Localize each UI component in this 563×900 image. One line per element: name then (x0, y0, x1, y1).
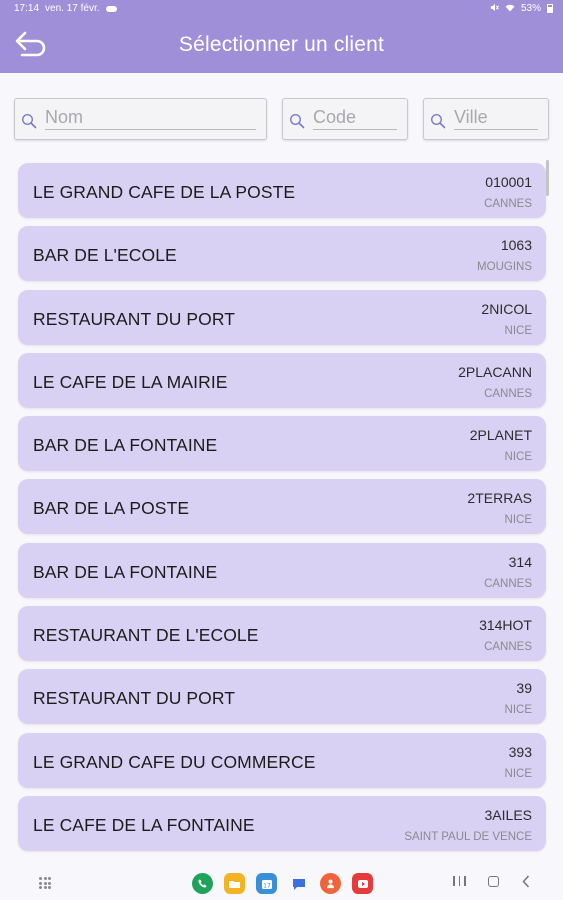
app-dock: 17 (192, 873, 373, 894)
client-list: LE GRAND CAFE DE LA POSTE 010001 CANNES … (18, 163, 546, 859)
status-right: 53% (490, 3, 553, 15)
client-name: LE CAFE DE LA MAIRIE (33, 371, 228, 392)
phone-icon[interactable] (192, 873, 213, 894)
client-city: MOUGINS (477, 261, 532, 274)
system-nav-bar: 17 (0, 862, 563, 900)
client-row[interactable]: RESTAURANT DE L'ECOLE 314HOT CANNES (18, 606, 546, 662)
client-code: 39 (516, 680, 532, 697)
client-row[interactable]: BAR DE LA FONTAINE 2PLANET NICE (18, 416, 546, 472)
search-filters (14, 98, 549, 142)
client-name: RESTAURANT DU PORT (33, 688, 236, 709)
home-button[interactable] (488, 876, 499, 887)
client-city: NICE (504, 767, 532, 780)
list-scrollbar[interactable] (546, 160, 549, 196)
status-bar: 17:14 ven. 17 févr. 53% (0, 0, 563, 17)
folder-icon[interactable] (224, 873, 245, 894)
page-title: Sélectionner un client (178, 33, 385, 56)
client-code: 2TERRAS (467, 490, 532, 507)
client-city: CANNES (484, 577, 532, 590)
client-row[interactable]: LE GRAND CAFE DU COMMERCE 393 NICE (18, 732, 546, 788)
client-name: RESTAURANT DU PORT (33, 308, 236, 329)
name-filter-field (14, 98, 267, 140)
status-left: 17:14 ven. 17 févr. (14, 3, 117, 14)
client-city: NICE (504, 451, 532, 464)
client-name: RESTAURANT DE L'ECOLE (33, 625, 259, 646)
battery-icon (547, 4, 553, 13)
cloud-icon (105, 5, 117, 12)
client-code: 2PLANET (469, 427, 532, 444)
calendar-icon[interactable]: 17 (256, 873, 277, 894)
client-row[interactable]: BAR DE LA FONTAINE 314 CANNES (18, 542, 546, 598)
client-name: BAR DE LA FONTAINE (33, 561, 218, 582)
youtube-icon[interactable] (352, 873, 373, 894)
client-city: CANNES (484, 641, 532, 654)
wifi-icon (505, 3, 515, 15)
search-icon (21, 113, 37, 129)
svg-text:17: 17 (263, 882, 271, 889)
messages-icon[interactable] (288, 873, 309, 894)
client-row[interactable]: LE GRAND CAFE DE LA POSTE 010001 CANNES (18, 163, 546, 218)
client-row[interactable]: BAR DE LA POSTE 2TERRAS NICE (18, 479, 546, 535)
client-city: CANNES (484, 198, 532, 210)
client-row[interactable]: RESTAURANT DU PORT 39 NICE (18, 669, 546, 725)
code-search-input[interactable] (313, 106, 397, 130)
client-code: 1063 (500, 237, 532, 254)
app-bar: Sélectionner un client (0, 17, 563, 73)
client-name: LE GRAND CAFE DE LA POSTE (33, 182, 296, 202)
search-icon (430, 113, 446, 129)
back-arrow-icon (13, 29, 47, 62)
code-filter-field (282, 98, 408, 140)
app-drawer-icon[interactable] (39, 877, 51, 889)
contacts-icon[interactable] (320, 873, 341, 894)
client-row[interactable]: LE CAFE DE LA MAIRIE 2PLACANN CANNES (18, 352, 546, 408)
client-code: 2PLACANN (458, 363, 532, 380)
client-code: 314 (508, 553, 532, 570)
client-code: 010001 (485, 174, 532, 190)
client-name: LE GRAND CAFE DU COMMERCE (33, 751, 316, 772)
client-city: NICE (504, 704, 532, 717)
status-time: 17:14 (14, 3, 40, 14)
status-date: ven. 17 févr. (45, 3, 100, 14)
client-row[interactable]: BAR DE L'ECOLE 1063 MOUGINS (18, 226, 546, 282)
city-search-input[interactable] (454, 106, 538, 130)
client-city: NICE (504, 514, 532, 527)
search-icon (289, 113, 305, 129)
city-filter-field (423, 98, 549, 140)
client-code: 314HOT (479, 617, 532, 634)
mute-icon (490, 3, 499, 15)
client-name: BAR DE LA FONTAINE (33, 435, 218, 456)
client-code: 393 (508, 743, 532, 760)
client-city: NICE (504, 324, 532, 337)
client-city: CANNES (484, 387, 532, 400)
client-name: BAR DE LA POSTE (33, 498, 190, 519)
client-code: 3AILES (484, 806, 532, 823)
back-button[interactable] (10, 27, 50, 63)
client-name: LE CAFE DE LA FONTAINE (33, 814, 255, 835)
name-search-input[interactable] (45, 106, 256, 130)
client-row[interactable]: RESTAURANT DU PORT 2NICOL NICE (18, 289, 546, 345)
client-name: BAR DE L'ECOLE (33, 245, 177, 266)
client-row[interactable]: LE CAFE DE LA FONTAINE 3AILES SAINT PAUL… (18, 795, 546, 851)
client-code: 2NICOL (481, 300, 532, 317)
nav-back-button[interactable] (522, 875, 530, 893)
battery-level: 53% (520, 3, 541, 14)
client-city: SAINT PAUL DE VENCE (404, 830, 532, 843)
recents-button[interactable] (453, 876, 466, 886)
